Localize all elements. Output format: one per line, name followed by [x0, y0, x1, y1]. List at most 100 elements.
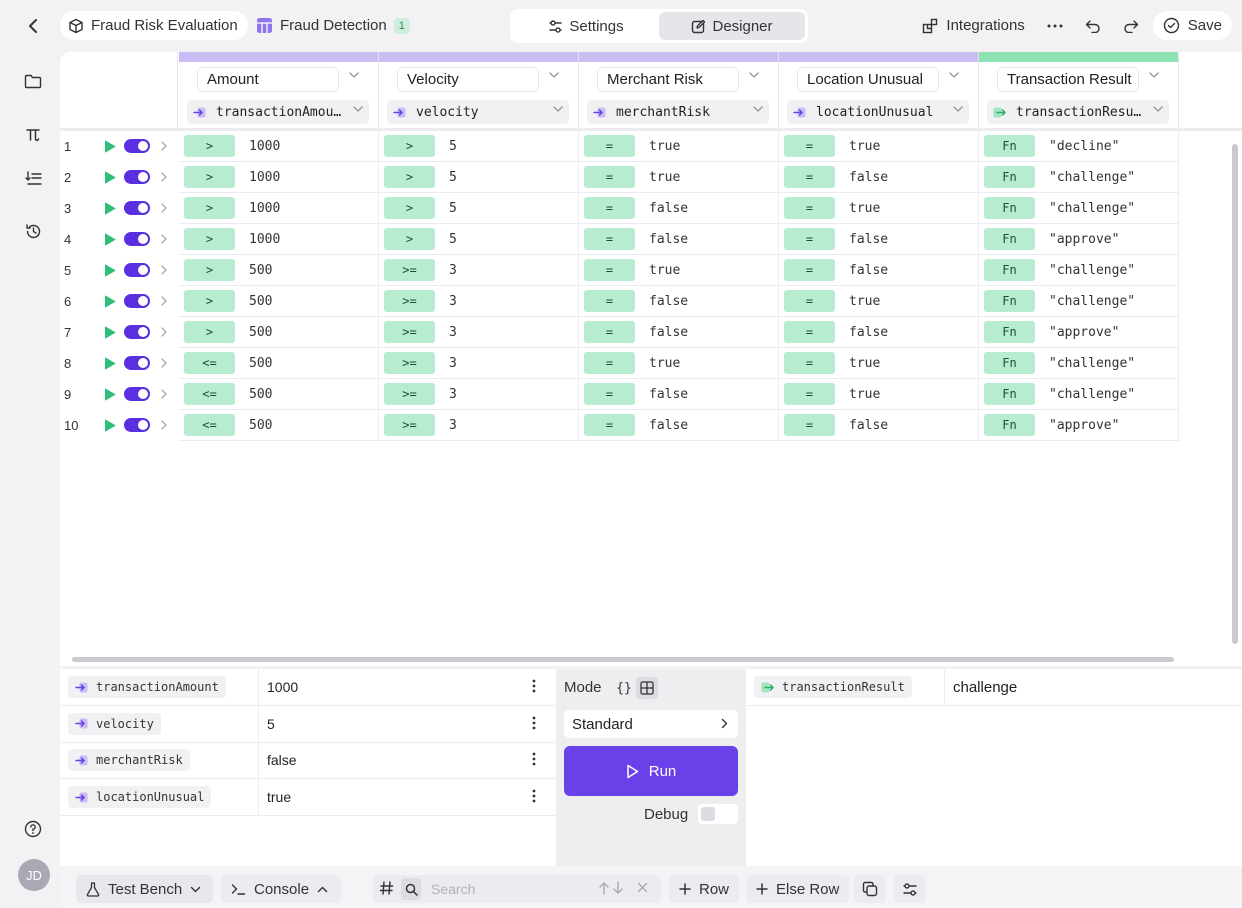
operator-chip[interactable]: = [784, 321, 835, 343]
help-icon[interactable] [22, 818, 44, 840]
table-cell[interactable]: >500 [179, 317, 379, 348]
play-icon[interactable] [104, 295, 116, 308]
more-options-icon[interactable] [1039, 11, 1071, 40]
table-cell[interactable]: >5 [379, 224, 579, 255]
play-icon[interactable] [104, 264, 116, 277]
cell-value[interactable]: "decline" [1049, 139, 1119, 154]
undo-icon[interactable] [1077, 11, 1109, 40]
cell-value[interactable]: 3 [449, 294, 457, 309]
cell-value[interactable]: false [849, 232, 888, 247]
play-icon[interactable] [104, 171, 116, 184]
table-cell[interactable]: = true [779, 286, 979, 317]
cell-value[interactable]: 5 [449, 139, 457, 154]
operator-chip[interactable]: = [784, 228, 835, 250]
function-chip[interactable]: Fn [984, 197, 1035, 219]
table-cell[interactable]: <= 500 [179, 410, 379, 441]
operator-chip[interactable]: > [184, 166, 235, 188]
list-tree-icon[interactable] [22, 167, 44, 189]
operator-chip[interactable]: > [384, 166, 435, 188]
table-cell[interactable]: = false [779, 255, 979, 286]
row-enabled-toggle[interactable] [124, 139, 150, 153]
operator-chip[interactable]: >= [384, 414, 435, 436]
row-enabled-toggle[interactable] [124, 201, 150, 215]
operator-chip[interactable]: > [184, 290, 235, 312]
run-button[interactable]: Run [564, 746, 738, 796]
function-chip[interactable]: Fn [984, 383, 1035, 405]
table-cell[interactable]: = false [779, 162, 979, 193]
cell-value[interactable]: 500 [249, 387, 272, 402]
integrations-button[interactable]: Integrations [914, 11, 1032, 40]
cell-value[interactable]: false [849, 263, 888, 278]
operator-chip[interactable]: >= [384, 290, 435, 312]
table-cell[interactable]: >5 [379, 162, 579, 193]
function-chip[interactable]: Fn [984, 259, 1035, 281]
tab-designer[interactable]: Designer [659, 12, 805, 40]
table-cell[interactable]: >1000 [179, 224, 379, 255]
copy-icon[interactable] [854, 875, 886, 903]
chevron-right-icon[interactable] [161, 420, 167, 430]
operator-chip[interactable]: = [784, 166, 835, 188]
table-cell[interactable]: Fn "approve" [979, 317, 1179, 348]
chevron-right-icon[interactable] [161, 203, 167, 213]
save-button[interactable]: Save [1152, 11, 1232, 40]
cell-value[interactable]: "approve" [1049, 325, 1119, 340]
table-cell[interactable]: >= 3 [379, 379, 579, 410]
row-enabled-toggle[interactable] [124, 170, 150, 184]
operator-chip[interactable]: = [784, 352, 835, 374]
operator-chip[interactable]: > [384, 135, 435, 157]
function-chip[interactable]: Fn [984, 166, 1035, 188]
input-value-field[interactable]: false [267, 752, 297, 768]
function-chip[interactable]: Fn [984, 414, 1035, 436]
grid-mode-icon[interactable] [636, 677, 658, 699]
operator-chip[interactable]: = [584, 321, 635, 343]
cell-value[interactable]: 3 [449, 387, 457, 402]
table-cell[interactable]: <= 500 [179, 348, 379, 379]
function-chip[interactable]: Fn [984, 290, 1035, 312]
operator-chip[interactable]: = [784, 259, 835, 281]
table-cell[interactable]: = true [579, 255, 779, 286]
chevron-right-icon[interactable] [161, 172, 167, 182]
input-value-field[interactable]: 1000 [267, 679, 298, 695]
cell-value[interactable]: true [649, 170, 680, 185]
column-field-select[interactable]: transactionAmou… [187, 100, 369, 124]
cell-value[interactable]: "challenge" [1049, 263, 1135, 278]
table-cell[interactable]: = false [579, 193, 779, 224]
cell-value[interactable]: false [649, 325, 688, 340]
function-chip[interactable]: Fn [984, 352, 1035, 374]
cell-value[interactable]: false [649, 294, 688, 309]
search-input[interactable]: Search [431, 881, 475, 897]
play-icon[interactable] [104, 233, 116, 246]
cell-value[interactable]: "challenge" [1049, 387, 1135, 402]
cell-value[interactable]: 1000 [249, 201, 280, 216]
operator-chip[interactable]: = [584, 135, 635, 157]
table-cell[interactable]: >5 [379, 193, 579, 224]
table-cell[interactable]: >= 3 [379, 348, 579, 379]
operator-chip[interactable]: = [584, 166, 635, 188]
table-cell[interactable]: = true [579, 131, 779, 162]
chevron-down-icon[interactable] [549, 72, 559, 78]
operator-chip[interactable]: >= [384, 352, 435, 374]
cell-value[interactable]: true [649, 139, 680, 154]
table-cell[interactable]: Fn "challenge" [979, 348, 1179, 379]
table-cell[interactable]: = false [779, 317, 979, 348]
table-cell[interactable]: = true [579, 348, 779, 379]
project-breadcrumb[interactable]: Fraud Risk Evaluation [60, 11, 248, 40]
cell-value[interactable]: 3 [449, 356, 457, 371]
column-title-input[interactable]: Transaction Result [997, 67, 1139, 92]
row-enabled-toggle[interactable] [124, 232, 150, 246]
column-title-input[interactable]: Merchant Risk [597, 67, 739, 92]
cell-value[interactable]: 5 [449, 170, 457, 185]
cell-value[interactable]: "challenge" [1049, 294, 1135, 309]
cell-value[interactable]: 1000 [249, 170, 280, 185]
pi-icon[interactable] [22, 123, 44, 145]
operator-chip[interactable]: = [584, 414, 635, 436]
table-cell[interactable]: Fn "challenge" [979, 255, 1179, 286]
table-cell[interactable]: = true [779, 131, 979, 162]
row-enabled-toggle[interactable] [124, 294, 150, 308]
chevron-down-icon[interactable] [1149, 72, 1159, 78]
cell-value[interactable]: true [849, 139, 880, 154]
table-cell[interactable]: Fn "challenge" [979, 193, 1179, 224]
table-cell[interactable]: = false [779, 410, 979, 441]
cell-value[interactable]: 500 [249, 418, 272, 433]
table-cell[interactable]: Fn "challenge" [979, 286, 1179, 317]
